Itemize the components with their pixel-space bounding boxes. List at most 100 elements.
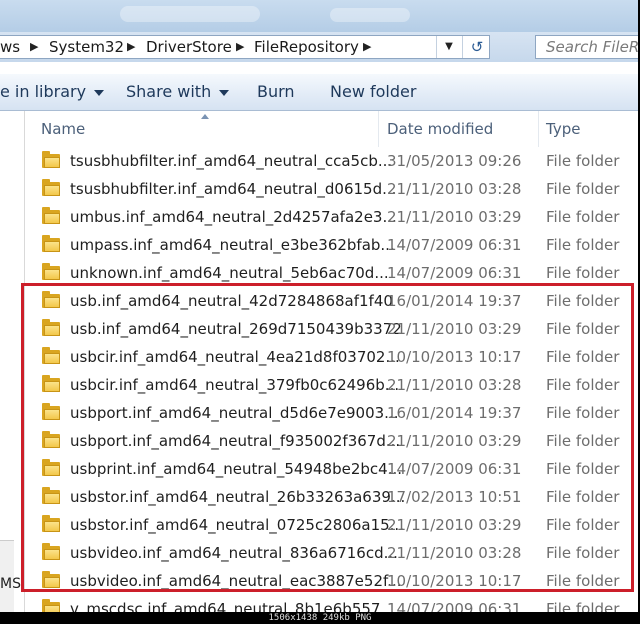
file-row[interactable]: usb.inf_amd64_neutral_269d7150439b3372 21… <box>24 315 638 343</box>
file-type: File folder <box>546 432 620 450</box>
folder-icon <box>42 375 60 392</box>
folder-icon <box>42 179 60 196</box>
file-name: tsusbhubfilter.inf_amd64_neutral_cca5cb.… <box>70 152 393 170</box>
file-date-modified: 10/10/2013 10:17 <box>387 572 522 590</box>
file-row[interactable]: usbprint.inf_amd64_neutral_54948be2bc4..… <box>24 455 638 483</box>
title-blur <box>120 6 260 22</box>
file-row[interactable]: tsusbhubfilter.inf_amd64_neutral_cca5cb.… <box>24 147 638 175</box>
column-header-date-modified[interactable]: Date modified <box>387 111 493 147</box>
file-type: File folder <box>546 152 620 170</box>
search-placeholder: Search FileRep <box>546 38 638 56</box>
file-name: usbstor.inf_amd64_neutral_26b33263a639..… <box>70 488 406 506</box>
include-in-library-button[interactable]: e in library <box>0 74 105 110</box>
navigation-pane[interactable] <box>0 111 25 612</box>
chevron-right-icon[interactable]: ▶ <box>236 36 244 58</box>
include-in-library-label: e in library <box>0 82 87 101</box>
file-type: File folder <box>546 376 620 394</box>
file-name: usbport.inf_amd64_neutral_f935002f367d..… <box>70 432 401 450</box>
sort-ascending-icon <box>201 114 209 119</box>
address-bar[interactable]: ws ▶ System32 ▶ DriverStore ▶ FileReposi… <box>0 35 490 59</box>
file-date-modified: 21/11/2010 03:29 <box>387 208 522 226</box>
file-type: File folder <box>546 488 620 506</box>
breadcrumb-windows[interactable]: ws <box>0 36 20 58</box>
file-date-modified: 21/11/2010 03:29 <box>387 320 522 338</box>
file-name: usb.inf_amd64_neutral_42d7284868af1f40 <box>70 292 393 310</box>
file-row[interactable]: usb.inf_amd64_neutral_42d7284868af1f40 16… <box>24 287 638 315</box>
breadcrumb-filerepository[interactable]: FileRepository <box>254 36 359 58</box>
folder-icon <box>42 571 60 588</box>
column-header-name[interactable]: Name <box>41 111 85 147</box>
file-row[interactable]: usbvideo.inf_amd64_neutral_836a6716cd...… <box>24 539 638 567</box>
folder-icon <box>42 487 60 504</box>
caret-down-icon <box>94 89 105 96</box>
column-divider[interactable] <box>538 111 539 147</box>
file-type: File folder <box>546 404 620 422</box>
file-date-modified: 31/05/2013 09:26 <box>387 152 522 170</box>
file-row[interactable]: usbport.inf_amd64_neutral_f935002f367d..… <box>24 427 638 455</box>
file-name: usbcir.inf_amd64_neutral_379fb0c62496b..… <box>70 376 400 394</box>
folder-icon <box>42 151 60 168</box>
file-row[interactable]: usbcir.inf_amd64_neutral_379fb0c62496b..… <box>24 371 638 399</box>
file-row[interactable]: usbstor.inf_amd64_neutral_26b33263a639..… <box>24 483 638 511</box>
folder-icon <box>42 459 60 476</box>
file-name: usbprint.inf_amd64_neutral_54948be2bc4..… <box>70 460 402 478</box>
file-row[interactable]: umbus.inf_amd64_neutral_2d4257afa2e3... 2… <box>24 203 638 231</box>
file-type: File folder <box>546 516 620 534</box>
file-name: usbvideo.inf_amd64_neutral_eac3887e52f..… <box>70 572 402 590</box>
chevron-right-icon[interactable]: ▶ <box>363 36 371 58</box>
file-row[interactable]: unknown.inf_amd64_neutral_5eb6ac70d... 14… <box>24 259 638 287</box>
share-with-label: Share with <box>126 82 212 101</box>
file-row[interactable]: tsusbhubfilter.inf_amd64_neutral_d0615d.… <box>24 175 638 203</box>
file-type: File folder <box>546 544 620 562</box>
breadcrumb-system32[interactable]: System32 <box>49 36 124 58</box>
file-name: usbvideo.inf_amd64_neutral_836a6716cd... <box>70 544 398 562</box>
folder-icon <box>42 431 60 448</box>
file-row[interactable]: usbstor.inf_amd64_neutral_0725c2806a15..… <box>24 511 638 539</box>
file-date-modified: 21/11/2010 03:29 <box>387 432 522 450</box>
file-row[interactable]: v_mscdsc.inf_amd64_neutral_8b1e6b557... 1… <box>24 595 638 612</box>
nav-item-fragment[interactable]: MS <box>0 576 21 592</box>
file-row[interactable]: usbport.inf_amd64_neutral_d5d6e7e9003...… <box>24 399 638 427</box>
search-input[interactable]: Search FileRep <box>535 35 638 59</box>
file-name: usbport.inf_amd64_neutral_d5d6e7e9003... <box>70 404 399 422</box>
column-divider[interactable] <box>378 111 379 147</box>
file-name: usbcir.inf_amd64_neutral_4ea21d8f03702..… <box>70 348 400 366</box>
address-row: ws ▶ System32 ▶ DriverStore ▶ FileReposi… <box>0 32 638 62</box>
file-type: File folder <box>546 236 620 254</box>
new-folder-button[interactable]: New folder <box>330 74 416 110</box>
file-date-modified: 17/02/2013 10:51 <box>387 488 522 506</box>
file-date-modified: 21/11/2010 03:28 <box>387 544 522 562</box>
title-bar <box>0 0 638 32</box>
folder-icon <box>42 263 60 280</box>
folder-icon <box>42 235 60 252</box>
file-row[interactable]: usbcir.inf_amd64_neutral_4ea21d8f03702..… <box>24 343 638 371</box>
file-type: File folder <box>546 264 620 282</box>
share-with-button[interactable]: Share with <box>126 74 230 110</box>
file-name: usbstor.inf_amd64_neutral_0725c2806a15..… <box>70 516 404 534</box>
title-blur <box>330 8 410 22</box>
file-row[interactable]: umpass.inf_amd64_neutral_e3be362bfab... 1… <box>24 231 638 259</box>
file-type: File folder <box>546 292 620 310</box>
refresh-icon[interactable]: ↺ <box>462 36 491 58</box>
dropdown-arrow-icon[interactable]: ▼ <box>436 36 461 58</box>
command-bar: e in library Share with Burn New folder <box>0 74 638 111</box>
breadcrumb-driverstore[interactable]: DriverStore <box>146 36 232 58</box>
file-date-modified: 10/10/2013 10:17 <box>387 348 522 366</box>
chevron-right-icon[interactable]: ▶ <box>30 36 38 58</box>
file-name: tsusbhubfilter.inf_amd64_neutral_d0615d.… <box>70 180 397 198</box>
file-name: umbus.inf_amd64_neutral_2d4257afa2e3... <box>70 208 397 226</box>
folder-icon <box>42 207 60 224</box>
folder-icon <box>42 347 60 364</box>
burn-button[interactable]: Burn <box>257 74 295 110</box>
column-header-type[interactable]: Type <box>546 111 580 147</box>
file-type: File folder <box>546 572 620 590</box>
file-name: umpass.inf_amd64_neutral_e3be362bfab... <box>70 236 395 254</box>
file-date-modified: 16/01/2014 19:37 <box>387 404 522 422</box>
file-type: File folder <box>546 180 620 198</box>
explorer-window: ws ▶ System32 ▶ DriverStore ▶ FileReposi… <box>0 0 638 612</box>
folder-icon <box>42 319 60 336</box>
chevron-right-icon[interactable]: ▶ <box>127 36 135 58</box>
file-row[interactable]: usbvideo.inf_amd64_neutral_eac3887e52f..… <box>24 567 638 595</box>
file-type: File folder <box>546 460 620 478</box>
file-name: unknown.inf_amd64_neutral_5eb6ac70d... <box>70 264 389 282</box>
